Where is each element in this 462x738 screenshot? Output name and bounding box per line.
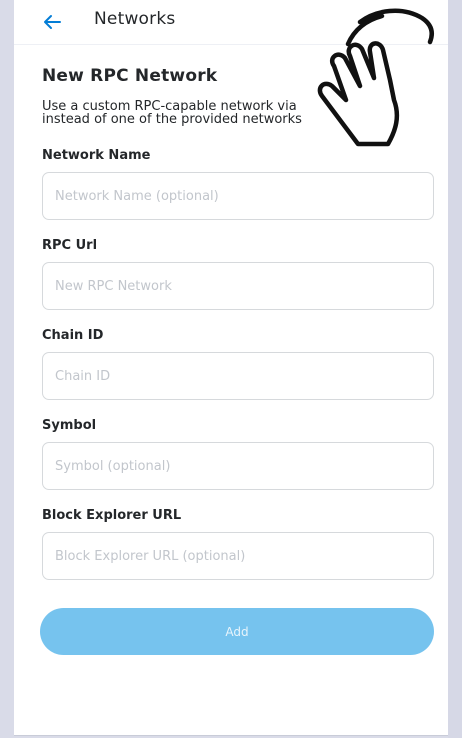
arrow-left-icon — [44, 15, 61, 29]
network-name-label: Network Name — [42, 148, 151, 163]
right-edge-panel — [448, 0, 462, 738]
back-button[interactable] — [38, 8, 66, 36]
pointing-hand-icon — [317, 8, 434, 147]
network-name-input[interactable] — [42, 172, 434, 220]
chain-id-input[interactable] — [42, 352, 434, 400]
rpc-url-input[interactable] — [42, 262, 434, 310]
symbol-label: Symbol — [42, 418, 97, 433]
symbol-input[interactable] — [42, 442, 434, 490]
description-line-2: instead of one of the provided networks — [42, 112, 302, 126]
chain-id-label: Chain ID — [42, 328, 104, 343]
block-explorer-label: Block Explorer URL — [42, 508, 182, 523]
app-screen: Networks New RPC Network Use a custom RP… — [14, 0, 448, 736]
rpc-url-label: RPC Url — [42, 238, 98, 253]
block-explorer-input[interactable] — [42, 532, 434, 580]
add-button[interactable]: Add — [40, 608, 434, 655]
header-title: Networks — [94, 9, 176, 29]
form-description: Use a custom RPC-capable network via ins… — [42, 100, 342, 126]
